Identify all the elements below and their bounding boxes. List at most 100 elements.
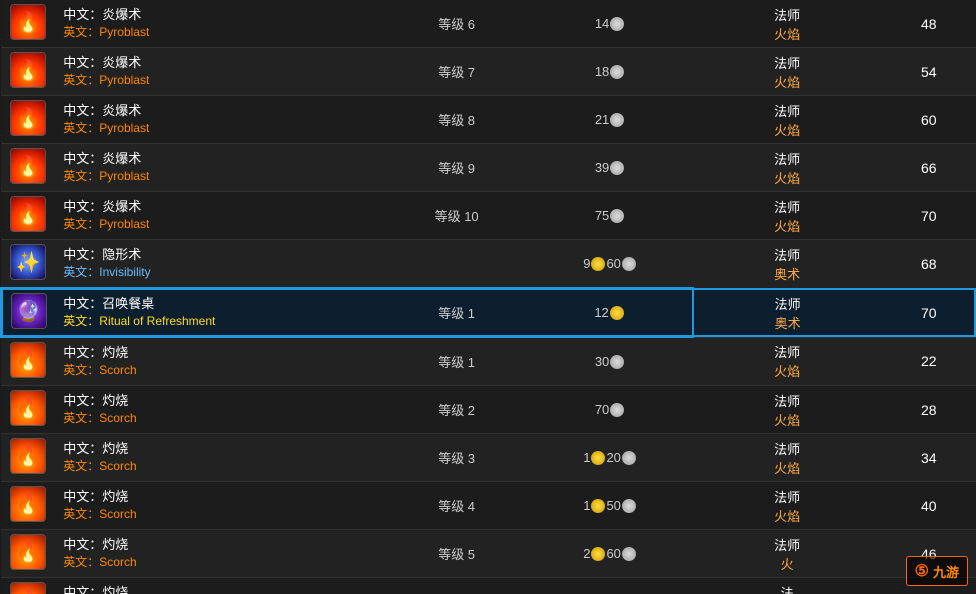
spell-cost-cell: 150 xyxy=(527,482,692,530)
spell-class-cell: 法师 火焰 xyxy=(693,434,882,482)
spell-learn-level: 48 xyxy=(921,16,937,32)
spell-learn-level: 34 xyxy=(921,450,937,466)
spell-level: 等级 1 xyxy=(438,355,475,370)
spell-class-en: 火焰 xyxy=(701,458,874,477)
table-row-pyroblast-6[interactable]: 🔥 中文：炎爆术 英文：Pyroblast 等级 6 14 法师 火焰 48 xyxy=(1,0,976,48)
spell-class-en: 奥术 xyxy=(701,264,874,283)
spell-class-cell: 法 火 xyxy=(693,578,882,594)
spell-learn-level: 40 xyxy=(921,498,937,514)
spell-cost-cell: 120 xyxy=(527,434,692,482)
spell-level: 等级 5 xyxy=(438,547,475,562)
spell-cost: 18 xyxy=(595,64,625,79)
spell-learn-level-cell: 70 xyxy=(882,288,976,337)
spell-cost: 30 xyxy=(595,354,625,369)
spell-cost: 150 xyxy=(583,498,637,513)
spell-learn-level-cell: 48 xyxy=(882,0,976,48)
spell-name-en: 英文：Scorch xyxy=(63,554,378,571)
table-row-pyroblast-8[interactable]: 🔥 中文：炎爆术 英文：Pyroblast 等级 8 21 法师 火焰 60 xyxy=(1,96,976,144)
spell-learn-level: 54 xyxy=(921,64,937,80)
spell-class-en: 火焰 xyxy=(701,410,874,429)
spell-class-zh: 法师 xyxy=(701,53,874,72)
table-row-scorch-6[interactable]: 🔥 中文：灼烧 英文：Scorch 等级 6 350 法 火 52 xyxy=(1,578,976,594)
spell-learn-level-cell: 34 xyxy=(882,434,976,482)
spell-cost: 960 xyxy=(583,256,637,271)
table-row-ritual-refreshment[interactable]: 🔮 中文：召唤餐桌 英文：Ritual of Refreshment 等级 1 … xyxy=(1,288,976,337)
spell-level: 等级 9 xyxy=(438,161,475,176)
spell-class-cell: 法师 火焰 xyxy=(693,96,882,144)
spell-cost-cell: 21 xyxy=(527,96,692,144)
spell-class-zh: 法师 xyxy=(701,101,874,120)
spell-icon-cell: 🔥 xyxy=(1,482,55,530)
table-row-scorch-5[interactable]: 🔥 中文：灼烧 英文：Scorch 等级 5 260 法师 火 46 xyxy=(1,530,976,578)
spell-name-en: 英文：Scorch xyxy=(63,506,378,523)
spell-class-en: 奥术 xyxy=(702,313,874,332)
spell-name-cell: 中文：炎爆术 英文：Pyroblast xyxy=(55,192,386,240)
spell-cost: 39 xyxy=(595,160,625,175)
spell-cost-cell: 70 xyxy=(527,386,692,434)
spell-table: 🔥 中文：炎爆术 英文：Pyroblast 等级 6 14 法师 火焰 48 🔥… xyxy=(0,0,976,594)
spell-level-cell: 等级 9 xyxy=(386,144,528,192)
spell-name-en: 英文：Pyroblast xyxy=(63,72,378,89)
spell-class-en: 火焰 xyxy=(701,216,874,235)
spell-level-cell: 等级 2 xyxy=(386,386,528,434)
spell-name-cell: 中文：炎爆术 英文：Pyroblast xyxy=(55,0,386,48)
spell-level-cell: 等级 8 xyxy=(386,96,528,144)
spell-learn-level-cell: 40 xyxy=(882,482,976,530)
table-row-scorch-3[interactable]: 🔥 中文：灼烧 英文：Scorch 等级 3 120 法师 火焰 34 xyxy=(1,434,976,482)
table-row-pyroblast-10[interactable]: 🔥 中文：炎爆术 英文：Pyroblast 等级 10 75 法师 火焰 70 xyxy=(1,192,976,240)
spell-name-cell: 中文：炎爆术 英文：Pyroblast xyxy=(55,144,386,192)
table-row-scorch-1[interactable]: 🔥 中文：灼烧 英文：Scorch 等级 1 30 法师 火焰 22 xyxy=(1,337,976,386)
spell-name-zh: 中文：炎爆术 xyxy=(63,6,378,24)
spell-class-zh: 法师 xyxy=(701,149,874,168)
spell-class-cell: 法师 火焰 xyxy=(693,144,882,192)
spell-learn-level-cell: 60 xyxy=(882,96,976,144)
spell-name-en: 英文：Pyroblast xyxy=(63,120,378,137)
spell-name-zh: 中文：隐形术 xyxy=(63,246,378,264)
table-row-scorch-2[interactable]: 🔥 中文：灼烧 英文：Scorch 等级 2 70 法师 火焰 28 xyxy=(1,386,976,434)
spell-level-cell: 等级 5 xyxy=(386,530,528,578)
spell-class-cell: 法师 火焰 xyxy=(693,192,882,240)
spell-name-cell: 中文：灼烧 英文：Scorch xyxy=(55,482,386,530)
spell-name-zh: 中文：召唤餐桌 xyxy=(63,295,378,313)
spell-level-cell: 等级 1 xyxy=(386,288,528,337)
table-row-invisibility[interactable]: ✨ 中文：隐形术 英文：Invisibility 960 法师 奥术 68 xyxy=(1,240,976,289)
spell-name-en: 英文：Invisibility xyxy=(63,264,378,281)
spell-learn-level: 66 xyxy=(921,160,937,176)
spell-level-cell: 等级 6 xyxy=(386,0,528,48)
spell-level-cell: 等级 3 xyxy=(386,434,528,482)
spell-cost-cell: 260 xyxy=(527,530,692,578)
table-row-pyroblast-7[interactable]: 🔥 中文：炎爆术 英文：Pyroblast 等级 7 18 法师 火焰 54 xyxy=(1,48,976,96)
spell-level-cell: 等级 4 xyxy=(386,482,528,530)
spell-level: 等级 8 xyxy=(438,113,475,128)
spell-class-cell: 法师 火焰 xyxy=(693,0,882,48)
spell-class-cell: 法师 奥术 xyxy=(693,288,882,337)
spell-icon-cell: 🔥 xyxy=(1,96,55,144)
spell-name-zh: 中文：灼烧 xyxy=(63,536,378,554)
spell-cost: 21 xyxy=(595,112,625,127)
spell-level: 等级 4 xyxy=(438,499,475,514)
spell-cost: 75 xyxy=(595,208,625,223)
table-row-scorch-4[interactable]: 🔥 中文：灼烧 英文：Scorch 等级 4 150 法师 火焰 40 xyxy=(1,482,976,530)
spell-class-en: 火焰 xyxy=(701,24,874,43)
spell-name-en: 英文：Scorch xyxy=(63,410,378,427)
spell-cost-cell: 39 xyxy=(527,144,692,192)
spell-cost: 120 xyxy=(583,450,637,465)
spell-cost: 12 xyxy=(594,305,624,320)
spell-name-zh: 中文：灼烧 xyxy=(63,392,378,410)
spell-class-cell: 法师 火焰 xyxy=(693,337,882,386)
spell-name-zh: 中文：炎爆术 xyxy=(63,198,378,216)
spell-class-zh: 法师 xyxy=(701,342,874,361)
spell-class-en: 火焰 xyxy=(701,72,874,91)
spell-name-cell: 中文：灼烧 英文：Scorch xyxy=(55,386,386,434)
spell-learn-level: 70 xyxy=(921,208,937,224)
spell-class-en: 火 xyxy=(701,554,874,573)
table-row-pyroblast-9[interactable]: 🔥 中文：炎爆术 英文：Pyroblast 等级 9 39 法师 火焰 66 xyxy=(1,144,976,192)
watermark-icon: ⑤ xyxy=(915,561,929,581)
spell-name-zh: 中文：灼烧 xyxy=(63,344,378,362)
spell-cost-cell: 14 xyxy=(527,0,692,48)
spell-learn-level-cell: 66 xyxy=(882,144,976,192)
spell-name-en: 英文：Pyroblast xyxy=(63,216,378,233)
spell-class-en: 火焰 xyxy=(701,506,874,525)
spell-icon-cell: 🔥 xyxy=(1,337,55,386)
spell-name-cell: 中文：灼烧 英文：Scorch xyxy=(55,530,386,578)
